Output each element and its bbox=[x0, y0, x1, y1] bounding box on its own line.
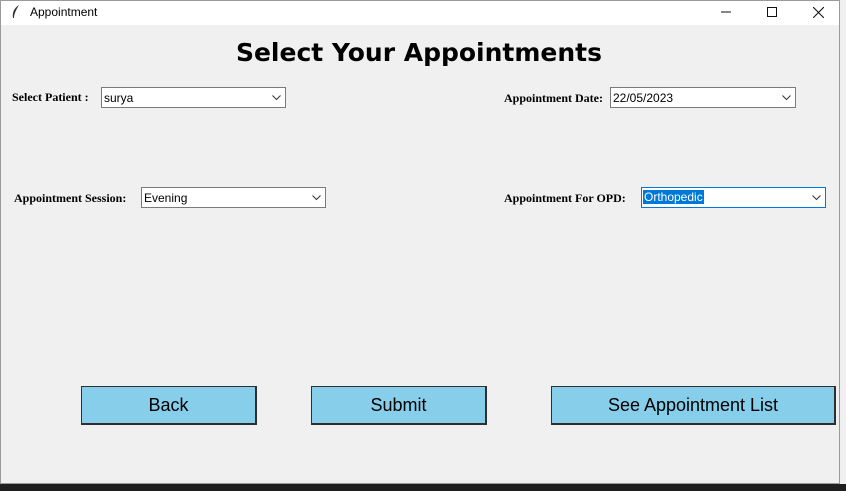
minimize-button[interactable] bbox=[703, 1, 749, 23]
close-button[interactable] bbox=[795, 1, 841, 23]
patient-value: surya bbox=[104, 91, 134, 105]
patient-select[interactable]: surya bbox=[101, 87, 286, 108]
window-title: Appointment bbox=[30, 5, 98, 19]
appointment-window: Appointment Select Your Appointments Sel… bbox=[0, 0, 840, 484]
chevron-down-icon[interactable] bbox=[812, 193, 821, 202]
opd-value: Orthopedic bbox=[643, 190, 704, 204]
date-select[interactable]: 22/05/2023 bbox=[610, 87, 796, 108]
submit-button[interactable]: Submit bbox=[311, 386, 487, 425]
maximize-icon bbox=[767, 7, 777, 17]
opd-select[interactable]: Orthopedic bbox=[641, 187, 826, 208]
maximize-button[interactable] bbox=[749, 1, 795, 23]
session-select[interactable]: Evening bbox=[141, 187, 326, 208]
close-icon bbox=[812, 6, 824, 18]
minimize-icon bbox=[721, 11, 731, 13]
feather-icon bbox=[12, 5, 19, 18]
see-appointment-list-button[interactable]: See Appointment List bbox=[551, 386, 836, 425]
session-value: Evening bbox=[144, 191, 188, 205]
chevron-down-icon[interactable] bbox=[272, 93, 281, 102]
page-heading: Select Your Appointments bbox=[235, 38, 603, 67]
chevron-down-icon[interactable] bbox=[312, 193, 321, 202]
background-strip bbox=[0, 484, 846, 491]
title-bar: Appointment bbox=[1, 1, 839, 25]
date-label: Appointment Date: bbox=[504, 91, 603, 105]
chevron-down-icon[interactable] bbox=[782, 93, 791, 102]
date-value: 22/05/2023 bbox=[613, 91, 674, 105]
opd-label: Appointment For OPD: bbox=[504, 191, 626, 205]
session-label: Appointment Session: bbox=[14, 191, 127, 205]
back-button[interactable]: Back bbox=[81, 386, 257, 425]
patient-label: Select Patient : bbox=[12, 90, 89, 104]
window-edge bbox=[840, 0, 846, 484]
